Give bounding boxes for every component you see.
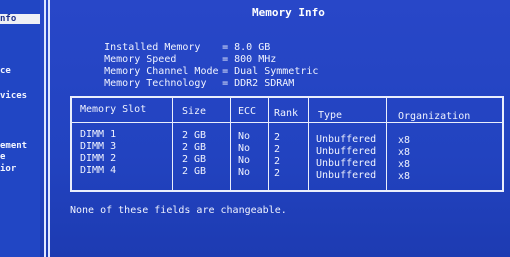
info-label: Memory Technology <box>104 78 207 89</box>
table-cell: No <box>238 167 251 178</box>
page-title: Memory Info <box>252 6 325 19</box>
sidebar-item-label: nfo <box>0 14 17 24</box>
table-cell: DIMM 2 <box>80 153 117 164</box>
table-cell: 2 GB <box>182 142 207 153</box>
table-column-divider <box>172 98 173 190</box>
column-header: Size <box>182 106 207 117</box>
table-cell: 2 GB <box>182 154 207 165</box>
column-header: Type <box>318 110 343 121</box>
sidebar-item-devices[interactable]: vices <box>0 91 27 101</box>
bios-screen: nfo ce vices ement e ior Memory Info Ins… <box>0 0 510 257</box>
table-cell: No <box>238 131 251 142</box>
sidebar-item-label: ce <box>0 66 11 76</box>
sidebar-item-label: ement <box>0 141 28 151</box>
main-panel: Memory Info Installed Memory = 8.0 GB Memo… <box>56 0 510 257</box>
table-cell: 2 <box>274 132 281 143</box>
sidebar-item-management[interactable]: ement <box>0 141 27 151</box>
table-cell: No <box>238 143 251 154</box>
column-header: Organization <box>398 111 471 122</box>
column-header: ECC <box>238 106 257 117</box>
table-cell: DIMM 1 <box>80 129 117 140</box>
table-cell: Unbuffered <box>316 134 377 145</box>
sidebar-item-behavior[interactable]: ior <box>0 164 16 174</box>
sidebar-item-label: e <box>0 152 6 162</box>
table-column-divider <box>268 98 269 190</box>
table-cell: Unbuffered <box>316 158 377 169</box>
sidebar-item-label: ior <box>0 164 17 174</box>
sidebar-item-info[interactable]: nfo <box>0 14 40 24</box>
column-header: Rank <box>274 108 299 119</box>
sidebar-divider <box>44 0 50 257</box>
sidebar-item-ce[interactable]: ce <box>0 66 11 76</box>
table-cell: 2 <box>274 156 281 167</box>
footer-note: None of these fields are changeable. <box>70 205 287 216</box>
table-cell: x8 <box>398 147 411 158</box>
column-header: Memory Slot <box>80 104 147 115</box>
table-column-divider <box>230 98 231 190</box>
table-cell: DIMM 3 <box>80 141 117 152</box>
table-column-divider <box>386 98 387 190</box>
table-column-divider <box>308 98 309 190</box>
table-cell: 2 GB <box>182 130 207 141</box>
info-value: DDR2 SDRAM <box>234 78 295 89</box>
equals-sign: = <box>222 78 229 89</box>
table-cell: x8 <box>398 159 411 170</box>
table-cell: No <box>238 155 251 166</box>
table-cell: x8 <box>398 171 411 182</box>
sidebar-item-label: vices <box>0 91 28 101</box>
table-cell: 2 GB <box>182 166 207 177</box>
memory-slot-table: Memory Slot Size ECC Rank Type Organizat… <box>70 96 504 192</box>
sidebar-item-e[interactable]: e <box>0 152 5 162</box>
table-cell: DIMM 4 <box>80 165 117 176</box>
table-cell: 2 <box>274 144 281 155</box>
table-cell: Unbuffered <box>316 170 377 181</box>
table-cell: x8 <box>398 135 411 146</box>
table-cell: Unbuffered <box>316 146 377 157</box>
sidebar: nfo ce vices ement e ior <box>0 0 40 257</box>
table-cell: 2 <box>274 168 281 179</box>
